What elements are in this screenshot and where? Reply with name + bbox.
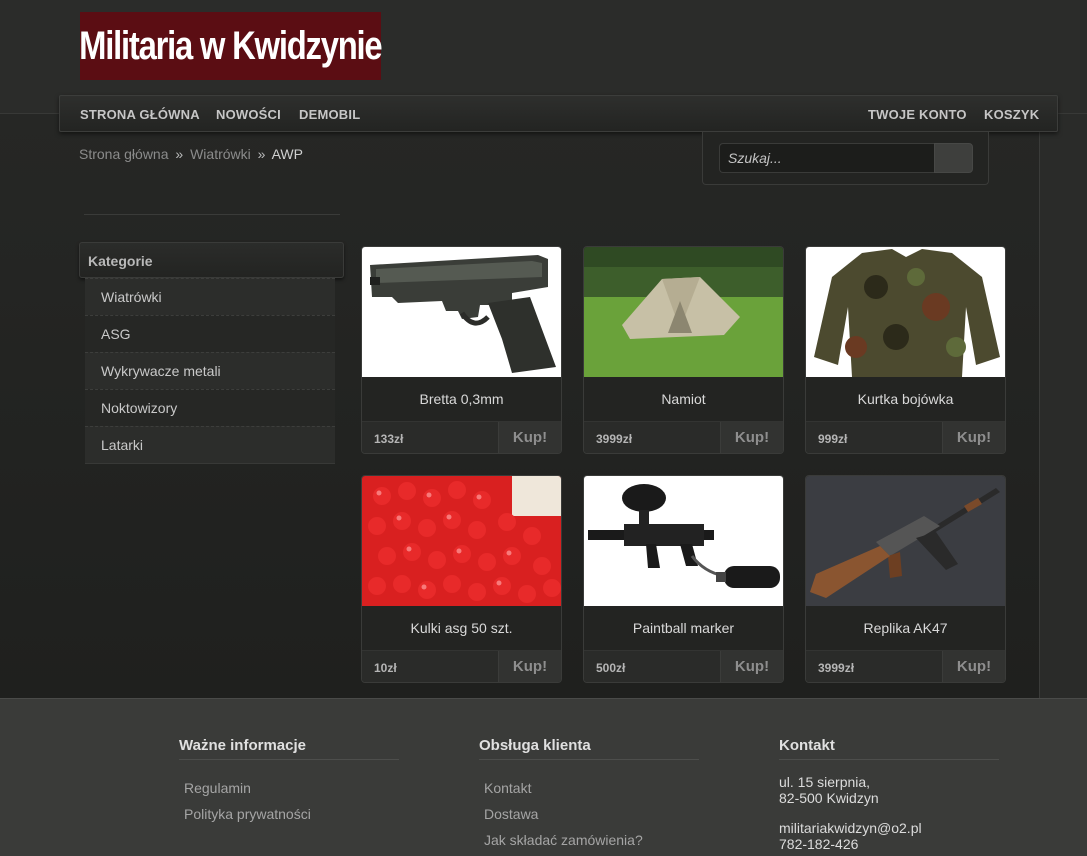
breadcrumb-current: AWP (271, 146, 303, 162)
product-name[interactable]: Paintball marker (584, 606, 783, 650)
breadcrumb-category[interactable]: Wiatrówki (190, 146, 251, 162)
footer-contact-column: Kontakt ul. 15 sierpnia, 82-500 Kwidzyn … (779, 737, 999, 856)
footer-link-delivery[interactable]: Dostawa (484, 801, 699, 827)
product-price-bar: 999zł Kup! (806, 421, 1005, 453)
product-price-bar: 10zł Kup! (362, 650, 561, 682)
product-price: 3999zł (818, 661, 855, 675)
nav-home-link[interactable]: STRONA GŁÓWNA (80, 107, 200, 122)
buy-button[interactable]: Kup! (498, 422, 561, 453)
product-price-bar: 500zł Kup! (584, 650, 783, 682)
buy-button[interactable]: Kup! (498, 651, 561, 682)
product-card[interactable]: Paintball marker 500zł Kup! (583, 475, 784, 683)
paintball-marker-image[interactable] (584, 476, 783, 606)
search-panel (702, 132, 989, 185)
buy-button[interactable]: Kup! (720, 651, 783, 682)
product-card[interactable]: Namiot 3999zł Kup! (583, 246, 784, 454)
nav-cart-link[interactable]: KOSZYK (984, 107, 1039, 122)
product-price: 500zł (596, 661, 626, 675)
contact-phone: 782-182-426 (779, 836, 859, 852)
categories-heading: Kategorie (79, 242, 344, 278)
footer-service-title: Obsługa klienta (479, 737, 699, 760)
footer-link-how-to-order[interactable]: Jak składać zamówienia? (484, 827, 699, 853)
breadcrumb-home[interactable]: Strona główna (79, 146, 169, 162)
nav-demobil-link[interactable]: DEMOBIL (299, 107, 360, 122)
product-price-bar: 3999zł Kup! (584, 421, 783, 453)
site-logo[interactable]: Militaria w Kwidzynie (79, 12, 383, 80)
divider (84, 214, 340, 215)
categories-list: Wiatrówki ASG Wykrywacze metali Noktowiz… (85, 278, 335, 464)
category-wiatrowki[interactable]: Wiatrówki (85, 278, 335, 315)
buy-button[interactable]: Kup! (942, 422, 1005, 453)
product-price: 3999zł (596, 432, 633, 446)
breadcrumb: Strona główna » Wiatrówki » AWP (79, 146, 303, 162)
search-button[interactable] (934, 143, 973, 173)
category-night-vision[interactable]: Noktowizory (85, 389, 335, 426)
category-flashlights[interactable]: Latarki (85, 426, 335, 463)
buy-button[interactable]: Kup! (720, 422, 783, 453)
contact-email[interactable]: militariakwidzyn@o2.pl (779, 820, 922, 836)
buy-button[interactable]: Kup! (942, 651, 1005, 682)
red-pellets-image[interactable] (362, 476, 561, 606)
nav-account-link[interactable]: TWOJE KONTO (868, 107, 967, 122)
product-name[interactable]: Replika AK47 (806, 606, 1005, 650)
tent-image[interactable] (584, 247, 783, 377)
footer-info-column: Ważne informacje Regulamin Polityka pryw… (179, 737, 399, 827)
product-price-bar: 3999zł Kup! (806, 650, 1005, 682)
contact-address-line1: ul. 15 sierpnia, (779, 774, 871, 790)
category-asg[interactable]: ASG (85, 315, 335, 352)
footer-info-title: Ważne informacje (179, 737, 399, 760)
product-card[interactable]: Kulki asg 50 szt. 10zł Kup! (361, 475, 562, 683)
product-price: 999zł (818, 432, 848, 446)
camo-jacket-image[interactable] (806, 247, 1005, 377)
rifle-image[interactable] (806, 476, 1005, 606)
footer-service-column: Obsługa klienta Kontakt Dostawa Jak skła… (479, 737, 699, 853)
breadcrumb-separator: » (257, 146, 266, 162)
breadcrumb-separator: » (175, 146, 184, 162)
category-metal-detectors[interactable]: Wykrywacze metali (85, 352, 335, 389)
logo-text: Militaria w Kwidzynie (79, 23, 382, 68)
contact-address-line2: 82-500 Kwidzyn (779, 790, 879, 806)
product-card[interactable]: Replika AK47 3999zł Kup! (805, 475, 1006, 683)
search-input[interactable] (719, 143, 934, 173)
footer: Ważne informacje Regulamin Polityka pryw… (0, 698, 1087, 856)
footer-link-terms[interactable]: Regulamin (184, 775, 399, 801)
product-price: 10zł (374, 661, 397, 675)
main-navigation: STRONA GŁÓWNA NOWOŚCI DEMOBIL TWOJE KONT… (59, 95, 1058, 132)
footer-link-contact[interactable]: Kontakt (484, 775, 699, 801)
product-name[interactable]: Namiot (584, 377, 783, 421)
footer-contact-title: Kontakt (779, 737, 999, 760)
product-name[interactable]: Bretta 0,3mm (362, 377, 561, 421)
footer-link-privacy[interactable]: Polityka prywatności (184, 801, 399, 827)
product-card[interactable]: Kurtka bojówka 999zł Kup! (805, 246, 1006, 454)
product-card[interactable]: Bretta 0,3mm 133zł Kup! (361, 246, 562, 454)
pistol-image[interactable] (362, 247, 561, 377)
product-name[interactable]: Kulki asg 50 szt. (362, 606, 561, 650)
product-price: 133zł (374, 432, 404, 446)
nav-news-link[interactable]: NOWOŚCI (216, 107, 281, 122)
product-price-bar: 133zł Kup! (362, 421, 561, 453)
product-name[interactable]: Kurtka bojówka (806, 377, 1005, 421)
